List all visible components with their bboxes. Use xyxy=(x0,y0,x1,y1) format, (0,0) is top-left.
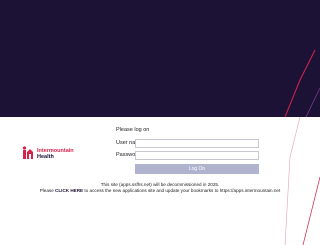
notice-suffix: to access the new applications site and … xyxy=(83,187,281,193)
log-on-button[interactable]: Log On xyxy=(135,164,259,174)
click-here-link[interactable]: CLICK HERE xyxy=(55,188,83,193)
brand-logo: Intermountain Health xyxy=(22,145,82,165)
login-panel xyxy=(0,117,320,245)
decommission-notice: This site (apps.ssfhs.net) will be decom… xyxy=(30,182,290,193)
login-prompt: Please log on xyxy=(116,127,150,133)
username-input[interactable] xyxy=(135,139,259,148)
intermountain-logo-icon xyxy=(22,146,33,159)
hero-banner xyxy=(0,0,320,117)
hero-decorative-lines xyxy=(284,49,320,117)
brand-name-line2: Health xyxy=(37,154,54,160)
password-input[interactable] xyxy=(135,151,259,160)
brand-name: Intermountain Health xyxy=(37,148,74,160)
notice-prefix: Please xyxy=(39,187,56,193)
notice-line2: Please CLICK HERE to access the new appl… xyxy=(30,188,290,194)
